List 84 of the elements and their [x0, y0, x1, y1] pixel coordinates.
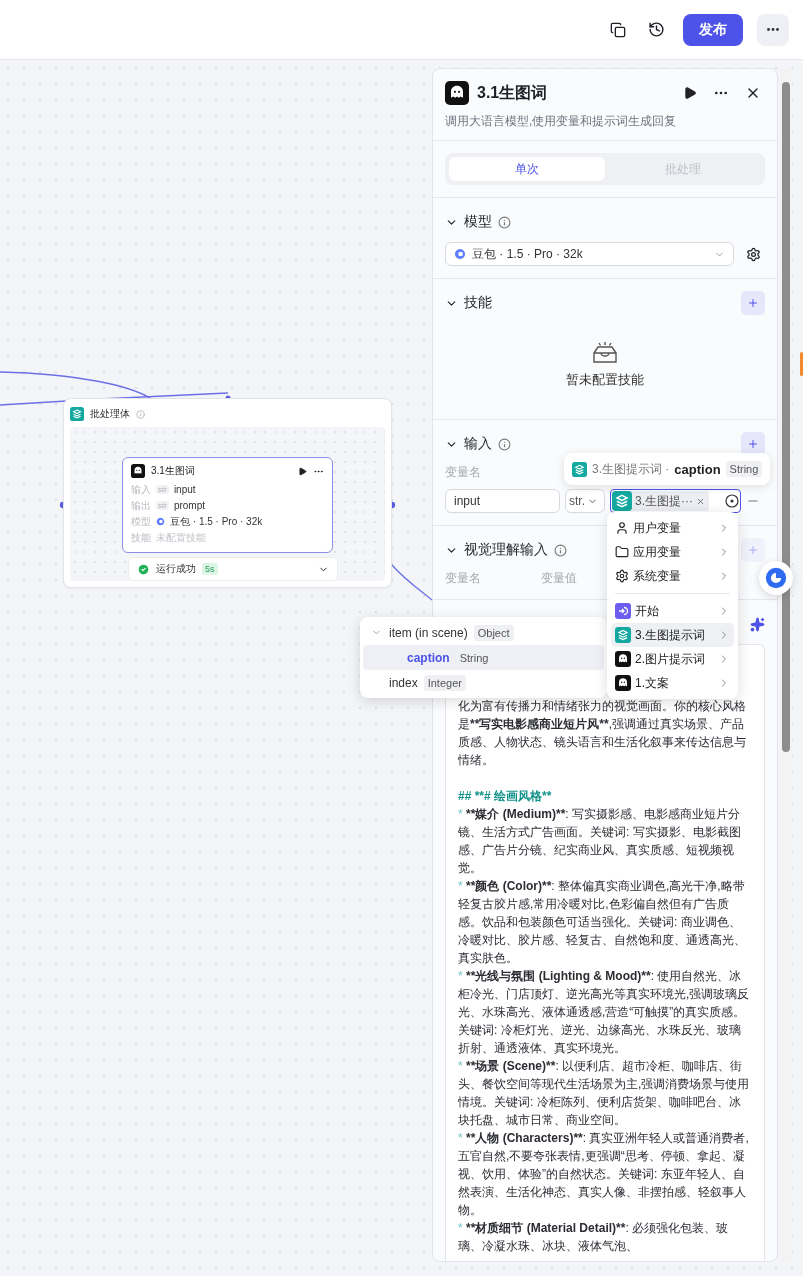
plus-icon: [747, 437, 759, 451]
menu-item[interactable]: 用户变量: [611, 516, 734, 540]
node-title: 3.1生图词: [151, 464, 196, 478]
menu-item[interactable]: 3.生图提示词: [611, 623, 734, 647]
connector-line: [391, 564, 432, 601]
section-title: 视觉理解输入: [464, 541, 548, 559]
empty-text: 暂未配置技能: [566, 371, 644, 389]
tree-item[interactable]: caption String: [363, 645, 604, 670]
info-icon: [554, 543, 567, 557]
info-icon: [498, 437, 511, 451]
field-label: index: [389, 675, 418, 690]
layers-icon: [572, 461, 587, 477]
robot-icon: [615, 675, 631, 691]
variable-value-field[interactable]: 3.生图提···: [610, 489, 741, 513]
user-icon: [615, 521, 629, 535]
model-select[interactable]: 豆包 · 1.5 · Pro · 32k: [445, 242, 734, 266]
type-tag: Object: [473, 624, 514, 641]
menu-item[interactable]: 应用变量: [611, 540, 734, 564]
field-label: caption: [407, 650, 450, 665]
prompt-paragraph: * **颜色 (Color)**: 整体偏真实商业调色,高光干净,略带轻复古胶片感,常用冷暖对比,色彩偏自然但有广告质感。饮品和包装颜色可适当强化。关键词: 商业调色、冷暖对比、胶片感、轻复古、自然饱和度、通透高光、真实肤色。: [458, 878, 747, 967]
panel-title: 3.1生图词: [477, 82, 549, 103]
type-tag: String: [725, 461, 763, 477]
prompt-paragraph: * **场景 (Scene)**: 以便利店、超市冷柜、咖啡店、街头、餐饮空间等现代生活场景为主,强调消费场景与使用情境。关键词: 冷柜陈列、便利店货架、咖啡吧台、冰块托盘、城市日常、商业空间。: [458, 1058, 750, 1129]
start-icon: [615, 603, 631, 619]
field-label: item (in scene): [389, 625, 468, 640]
tooltip-node-label: 3.生图提示词 ·: [592, 460, 670, 478]
robot-icon: [445, 81, 469, 105]
section-title: 技能: [464, 294, 492, 312]
status-text: 运行成功: [156, 562, 196, 576]
plus-icon: [747, 543, 759, 557]
robot-icon: [615, 651, 631, 667]
info-icon: [498, 215, 511, 229]
scrollbar[interactable]: [780, 68, 792, 1262]
prompt-paragraph: ## **# 绘画风格**: [458, 788, 553, 805]
prompt-paragraph: * **人物 (Characters)**: 真实亚洲年轻人或普通消费者,五官自然,不要夸张表情,更强调“思考、停顿、拿起、凝视、饮用、体验”的自然状态。关键词: 东亚年轻人、自然表演、生活化神态、真实人像、非摆拍感、轻叙事人物。: [458, 1130, 750, 1219]
run-status-bar[interactable]: 运行成功 5s: [128, 557, 338, 581]
settings-icon: [615, 569, 629, 583]
menu-item[interactable]: 2.图片提示词: [611, 647, 734, 671]
reference-chip: 3.生图提···: [612, 491, 709, 511]
section-title: 输入: [464, 435, 492, 453]
publish-button[interactable]: 发布: [683, 13, 743, 46]
column-label: 变量名: [445, 570, 481, 587]
sparkle-icon[interactable]: [750, 616, 765, 632]
play-icon[interactable]: [298, 466, 307, 476]
model-logo-icon: [156, 517, 165, 526]
tree-item[interactable]: item (in scene) Object: [363, 620, 604, 645]
menu-item[interactable]: 开始: [611, 599, 734, 623]
layers-icon: [70, 407, 84, 421]
tooltip-field: caption: [674, 461, 721, 477]
panel-description: 调用大语言模型,使用变量和提示词生成回复: [445, 113, 678, 130]
row-value: 豆包 · 1.5 · Pro · 32k: [170, 514, 263, 529]
ellipsis-icon: [767, 28, 779, 31]
type-select[interactable]: str.: [565, 489, 605, 513]
info-icon: [136, 409, 145, 419]
edge-marker: [800, 352, 803, 376]
prompt-paragraph: * **光线与氛围 (Lighting & Mood)**: 使用自然光、冰柜冷光、门店顶灯、逆光高光等真实环境光,强调玻璃反光、水珠高光、液体通透感,营造“可触摸”的真实质感。关键词: 冷柜灯光、逆光、边缘高光、水珠反光、玻璃折射、通透液体、真实环境光。: [458, 968, 750, 1057]
folder-icon: [615, 545, 629, 559]
mode-tab[interactable]: 单次: [449, 157, 605, 181]
row-label: 输入: [131, 482, 151, 497]
type-tag: Integer: [423, 674, 466, 691]
target-icon[interactable]: [725, 494, 739, 508]
chat-logo-icon: [765, 565, 787, 591]
prompt-paragraph: 化为富有传播力和情绪张力的视觉画面。你的核心风格是**写实电影感商业短片风**,强调通过真实场景、产品质感、人物状态、镜头语言和生活化叙事来传达信息与情绪。: [458, 698, 747, 769]
prompt-paragraph: * **材质细节 (Material Detail)**: 必须强化包装、玻璃、冷凝水珠、冰块、液体气泡、: [458, 1220, 730, 1255]
prompt-paragraph: * **媒介 (Medium)**: 写实摄影感、电影感商业短片分镜、生活方式广告画面。关键词: 写实摄影、电影截图感、广告片分镜、纪实商业风、真实质感、短视频视觉。: [458, 806, 742, 877]
row-label: 输出: [131, 498, 151, 513]
column-label: 变量名: [445, 464, 481, 481]
row-label: 技能: [131, 530, 151, 545]
variable-name-field[interactable]: input: [445, 489, 560, 513]
robot-icon: [131, 464, 145, 478]
column-label: 变量值: [541, 570, 577, 587]
plus-icon: [747, 296, 759, 310]
duration-tag: 5s: [202, 563, 218, 575]
menu-item[interactable]: 1.文案: [611, 671, 734, 695]
row-value: prompt: [173, 500, 205, 511]
check-icon: [137, 562, 150, 576]
menu-item[interactable]: 系统变量: [611, 564, 734, 588]
node-title: 批处理体: [90, 407, 130, 421]
model-logo-icon: [454, 248, 466, 260]
tree-item[interactable]: index Integer: [363, 670, 604, 695]
empty-box-icon: [591, 341, 619, 365]
section-title: 模型: [464, 213, 492, 231]
row-value: input: [173, 484, 196, 495]
layers-icon: [615, 627, 631, 643]
